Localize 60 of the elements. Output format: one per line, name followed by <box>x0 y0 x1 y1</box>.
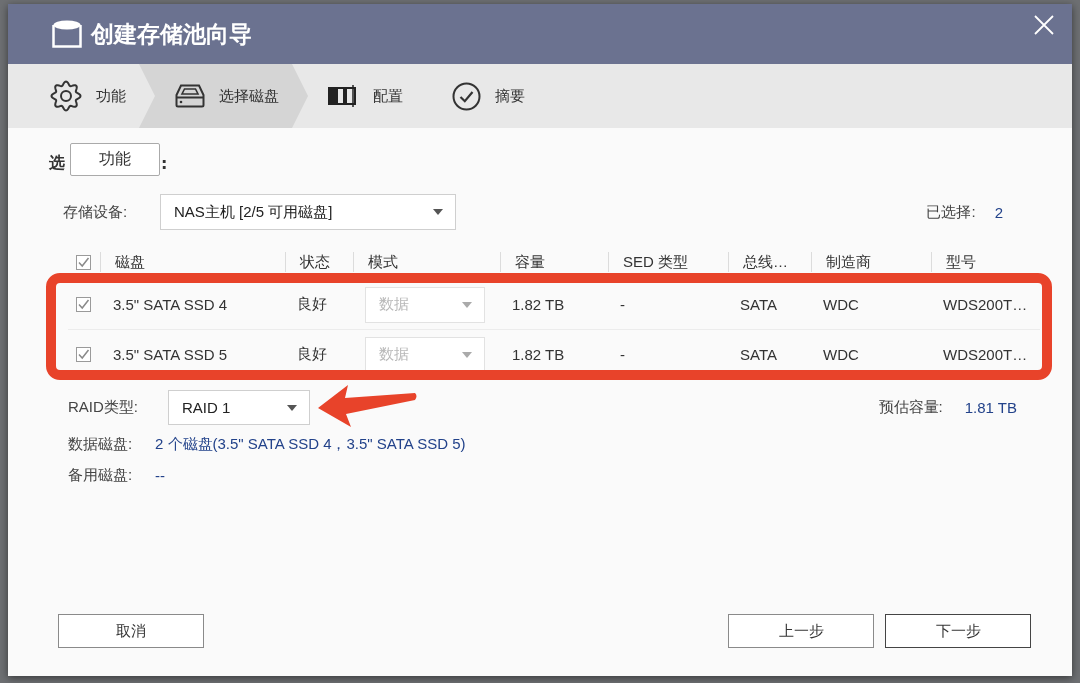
info-value: -- <box>155 466 165 484</box>
table-cell-text: WDC <box>822 346 860 363</box>
selected-count: 2 <box>994 203 1003 221</box>
raid-type-dropdown[interactable]: RAID 1 <box>168 390 310 425</box>
step-label: 选择磁盘 <box>219 86 279 106</box>
column-header: 模式 <box>353 252 500 272</box>
column-header: 总线… <box>728 252 811 272</box>
field-label: 预估容量: <box>878 398 943 417</box>
field-label: 存储设备: <box>63 202 129 222</box>
dialog-button[interactable]: 上一步 <box>728 614 874 648</box>
column-header: 型号 <box>931 252 1040 272</box>
storage-device-dropdown[interactable]: NAS主机 [2/5 可用磁盘] <box>160 194 456 230</box>
table-cell-text: - <box>619 346 626 363</box>
dialog-button[interactable]: 取消 <box>58 614 204 648</box>
dialog-button[interactable]: 下一步 <box>885 614 1031 648</box>
table-cell-text: 1.82 TB <box>511 346 566 363</box>
cylinder-icon <box>52 20 82 48</box>
table-cell-text: - <box>619 296 626 313</box>
table-cell-text: SATA <box>739 296 778 313</box>
caret-icon <box>433 209 443 215</box>
select-all-checkbox[interactable] <box>76 254 91 270</box>
column-header: 磁盘 <box>100 252 285 272</box>
caret-icon <box>462 351 472 358</box>
column-header: 制造商 <box>811 252 931 272</box>
row-checkbox[interactable] <box>76 347 91 362</box>
field-label: 数据磁盘: <box>68 434 134 454</box>
bar-segments-icon <box>328 84 359 108</box>
row-checkbox[interactable] <box>76 297 91 312</box>
caret-icon <box>462 301 472 308</box>
arrow-icon <box>318 384 418 428</box>
info-value: 2 个磁盘(3.5" SATA SSD 4，3.5" SATA SSD 5) <box>155 434 466 454</box>
gear-icon <box>50 80 82 112</box>
info-value: 1.81 TB <box>964 399 1017 416</box>
table-cell-text: WDC <box>822 296 860 313</box>
table-cell-text: 3.5" SATA SSD 4 <box>112 296 228 313</box>
close-icon <box>1034 15 1054 35</box>
tooltip: 功能 <box>70 143 160 176</box>
step-label: 功能 <box>96 86 126 106</box>
table-cell-text: 3.5" SATA SSD 5 <box>112 346 228 363</box>
check-circle-icon <box>452 81 481 111</box>
field-label: 已选择: <box>926 202 976 222</box>
table-cell-text: 良好 <box>296 345 328 364</box>
disk-drive-icon <box>175 84 205 108</box>
table-cell-text: WDS200T… <box>942 346 1029 363</box>
column-header: 状态 <box>285 252 353 272</box>
table-cell-text: 良好 <box>296 295 328 314</box>
field-label: RAID类型: <box>68 398 139 417</box>
table-cell-text: 1.82 TB <box>511 296 566 313</box>
table-cell-text: WDS200T… <box>942 296 1029 313</box>
close-button[interactable] <box>1032 13 1056 37</box>
step-label: 配置 <box>373 86 403 106</box>
step-label: 摘要 <box>495 86 525 106</box>
section-label: 选 <box>49 152 65 174</box>
column-header: SED 类型 <box>608 252 728 272</box>
table-cell-text: SATA <box>739 346 778 363</box>
field-label: 备用磁盘: <box>68 465 134 485</box>
section-label: : <box>161 153 168 173</box>
column-header: 容量 <box>500 252 608 272</box>
window-title: 创建存储池向导 <box>91 19 252 49</box>
caret-icon <box>287 404 297 411</box>
